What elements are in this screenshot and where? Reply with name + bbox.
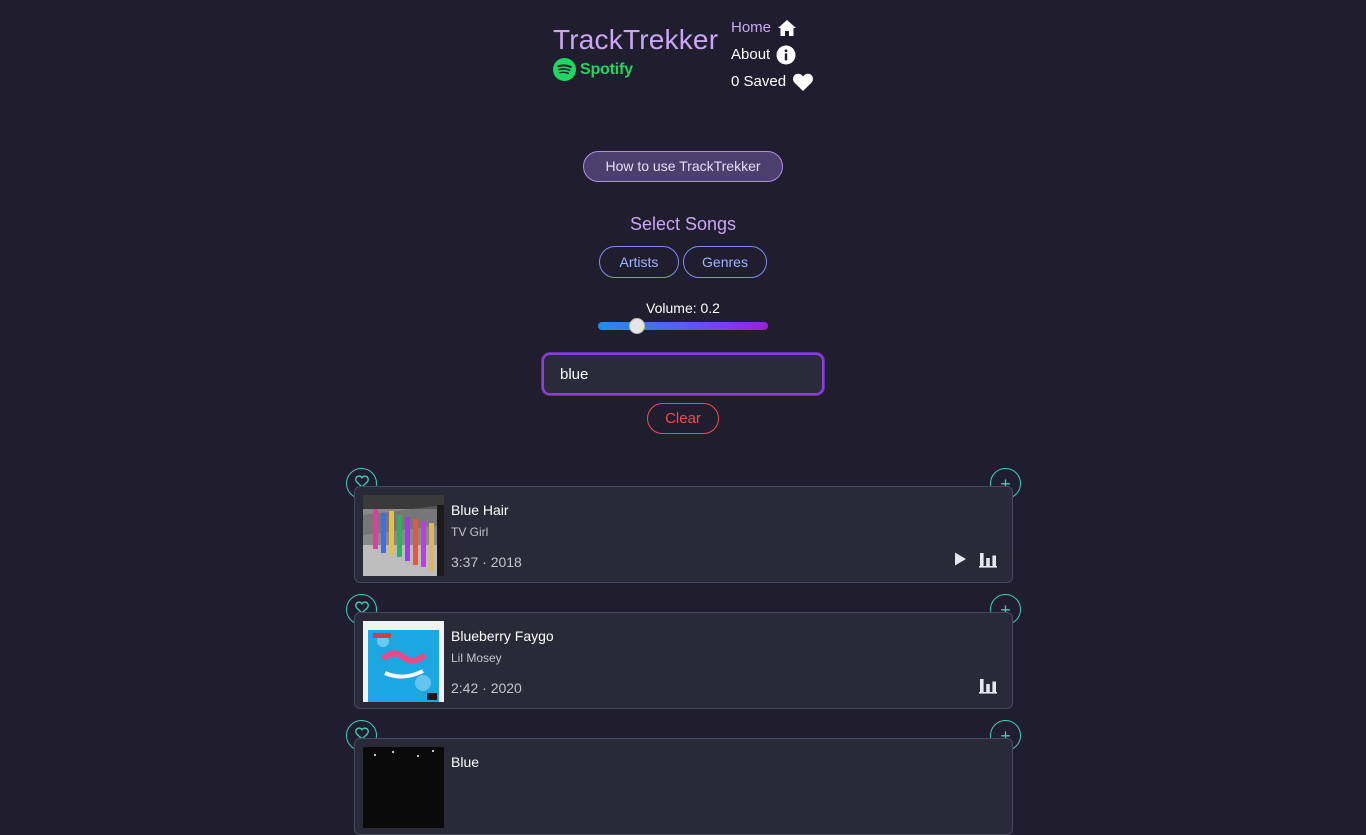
bar-chart-icon	[979, 553, 997, 572]
app-title: TrackTrekker	[553, 24, 719, 55]
nav-saved-label: 0 Saved	[731, 73, 787, 90]
bar-chart-icon	[979, 679, 997, 698]
genres-button[interactable]: Genres	[683, 246, 767, 278]
track-duration-year: 2:42 · 2020	[451, 680, 522, 696]
volume-slider[interactable]	[598, 318, 768, 334]
album-cover	[363, 495, 444, 576]
info-icon	[776, 45, 796, 65]
track-title: Blue Hair	[451, 502, 509, 518]
header: TrackTrekker Spotify Home About 0 Saved	[0, 0, 1366, 100]
play-icon	[952, 552, 968, 571]
track-artist: TV Girl	[451, 525, 489, 539]
nav-home[interactable]: Home	[731, 14, 812, 41]
main-nav: Home About 0 Saved	[731, 14, 814, 95]
album-cover	[363, 747, 444, 828]
spotify-attribution: Spotify	[553, 58, 718, 81]
track-card[interactable]: Blueberry Faygo Lil Mosey 2:42 · 2020	[354, 612, 1013, 709]
track-card[interactable]: Blue Hair TV Girl 3:37 · 2018	[354, 486, 1013, 583]
track-stats-button[interactable]	[979, 550, 997, 568]
volume-label: Volume: 0.2	[646, 300, 720, 316]
spotify-logo-icon	[553, 58, 576, 81]
nav-home-label: Home	[731, 19, 772, 36]
nav-about[interactable]: About	[731, 41, 812, 68]
home-icon	[777, 18, 797, 38]
artists-button[interactable]: Artists	[599, 246, 679, 278]
track-card[interactable]: Blue	[354, 738, 1013, 835]
brand: TrackTrekker Spotify	[553, 24, 718, 81]
play-preview-button[interactable]	[952, 551, 968, 567]
track-stats-button[interactable]	[979, 676, 997, 694]
select-songs-title: Select Songs	[629, 214, 737, 234]
track-artist: Lil Mosey	[451, 651, 502, 665]
volume-slider-thumb[interactable]	[628, 318, 645, 334]
track-duration-year: 3:37 · 2018	[451, 554, 522, 570]
spotify-wordmark: Spotify	[580, 60, 633, 78]
clear-button[interactable]: Clear	[647, 403, 719, 434]
nav-about-label: About	[731, 46, 771, 63]
how-to-use-button[interactable]: How to use TrackTrekker	[583, 151, 783, 182]
album-cover	[363, 621, 444, 702]
search-input[interactable]	[542, 353, 824, 395]
nav-saved[interactable]: 0 Saved	[731, 68, 814, 95]
heart-icon	[792, 72, 814, 92]
track-title: Blueberry Faygo	[451, 628, 554, 644]
